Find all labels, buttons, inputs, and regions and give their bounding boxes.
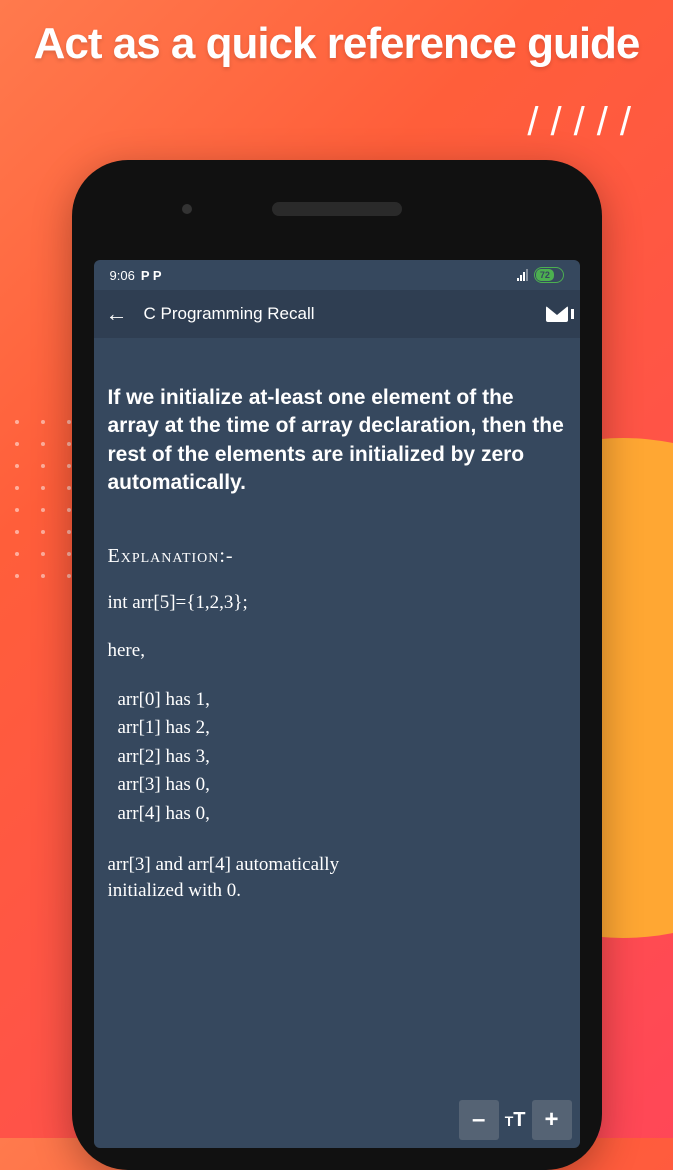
explanation-label: Explanation:- (108, 545, 566, 568)
concept-text: If we initialize at-least one element of… (108, 384, 566, 497)
phone-screen: 9:06 P P 72 ← C Programming Recall If we… (94, 260, 580, 1148)
code-arr3: arr[3] has 0, (108, 771, 566, 800)
decorative-dots (15, 420, 75, 578)
content-area[interactable]: If we initialize at-least one element of… (94, 338, 580, 1148)
code-arr1: arr[1] has 2, (108, 714, 566, 743)
status-time: 9:06 (110, 268, 135, 283)
phone-frame: 9:06 P P 72 ← C Programming Recall If we… (72, 160, 602, 1170)
phone-speaker (272, 202, 402, 216)
code-arr2: arr[2] has 3, (108, 743, 566, 772)
code-declaration: int arr[5]={1,2,3}; (108, 590, 566, 616)
font-increase-button[interactable]: + (532, 1100, 572, 1140)
font-decrease-button[interactable]: – (459, 1100, 499, 1140)
font-size-indicator: TT (505, 1109, 526, 1132)
status-app-icons: P P (141, 268, 162, 283)
font-controls: – TT + (459, 1100, 572, 1140)
code-arr4: arr[4] has 0, (108, 800, 566, 829)
mail-icon[interactable] (546, 306, 568, 322)
app-bar: ← C Programming Recall (94, 290, 580, 338)
phone-camera (182, 204, 192, 214)
promo-headline: Act as a quick reference guide (0, 0, 673, 71)
code-here: here, (108, 638, 566, 664)
app-title: C Programming Recall (144, 304, 546, 324)
code-values: arr[0] has 1, arr[1] has 2, arr[2] has 3… (108, 686, 566, 829)
battery-level: 72 (536, 269, 555, 281)
battery-icon: 72 (534, 267, 564, 283)
conclusion-line2: initialized with 0. (108, 878, 566, 904)
back-arrow-icon[interactable]: ← (106, 301, 128, 327)
code-conclusion: arr[3] and arr[4] automatically initiali… (108, 852, 566, 903)
status-bar: 9:06 P P 72 (94, 260, 580, 290)
code-arr0: arr[0] has 1, (108, 686, 566, 715)
signal-icon (517, 269, 528, 281)
decorative-slashes: ///// (527, 100, 643, 145)
conclusion-line1: arr[3] and arr[4] automatically (108, 852, 566, 878)
